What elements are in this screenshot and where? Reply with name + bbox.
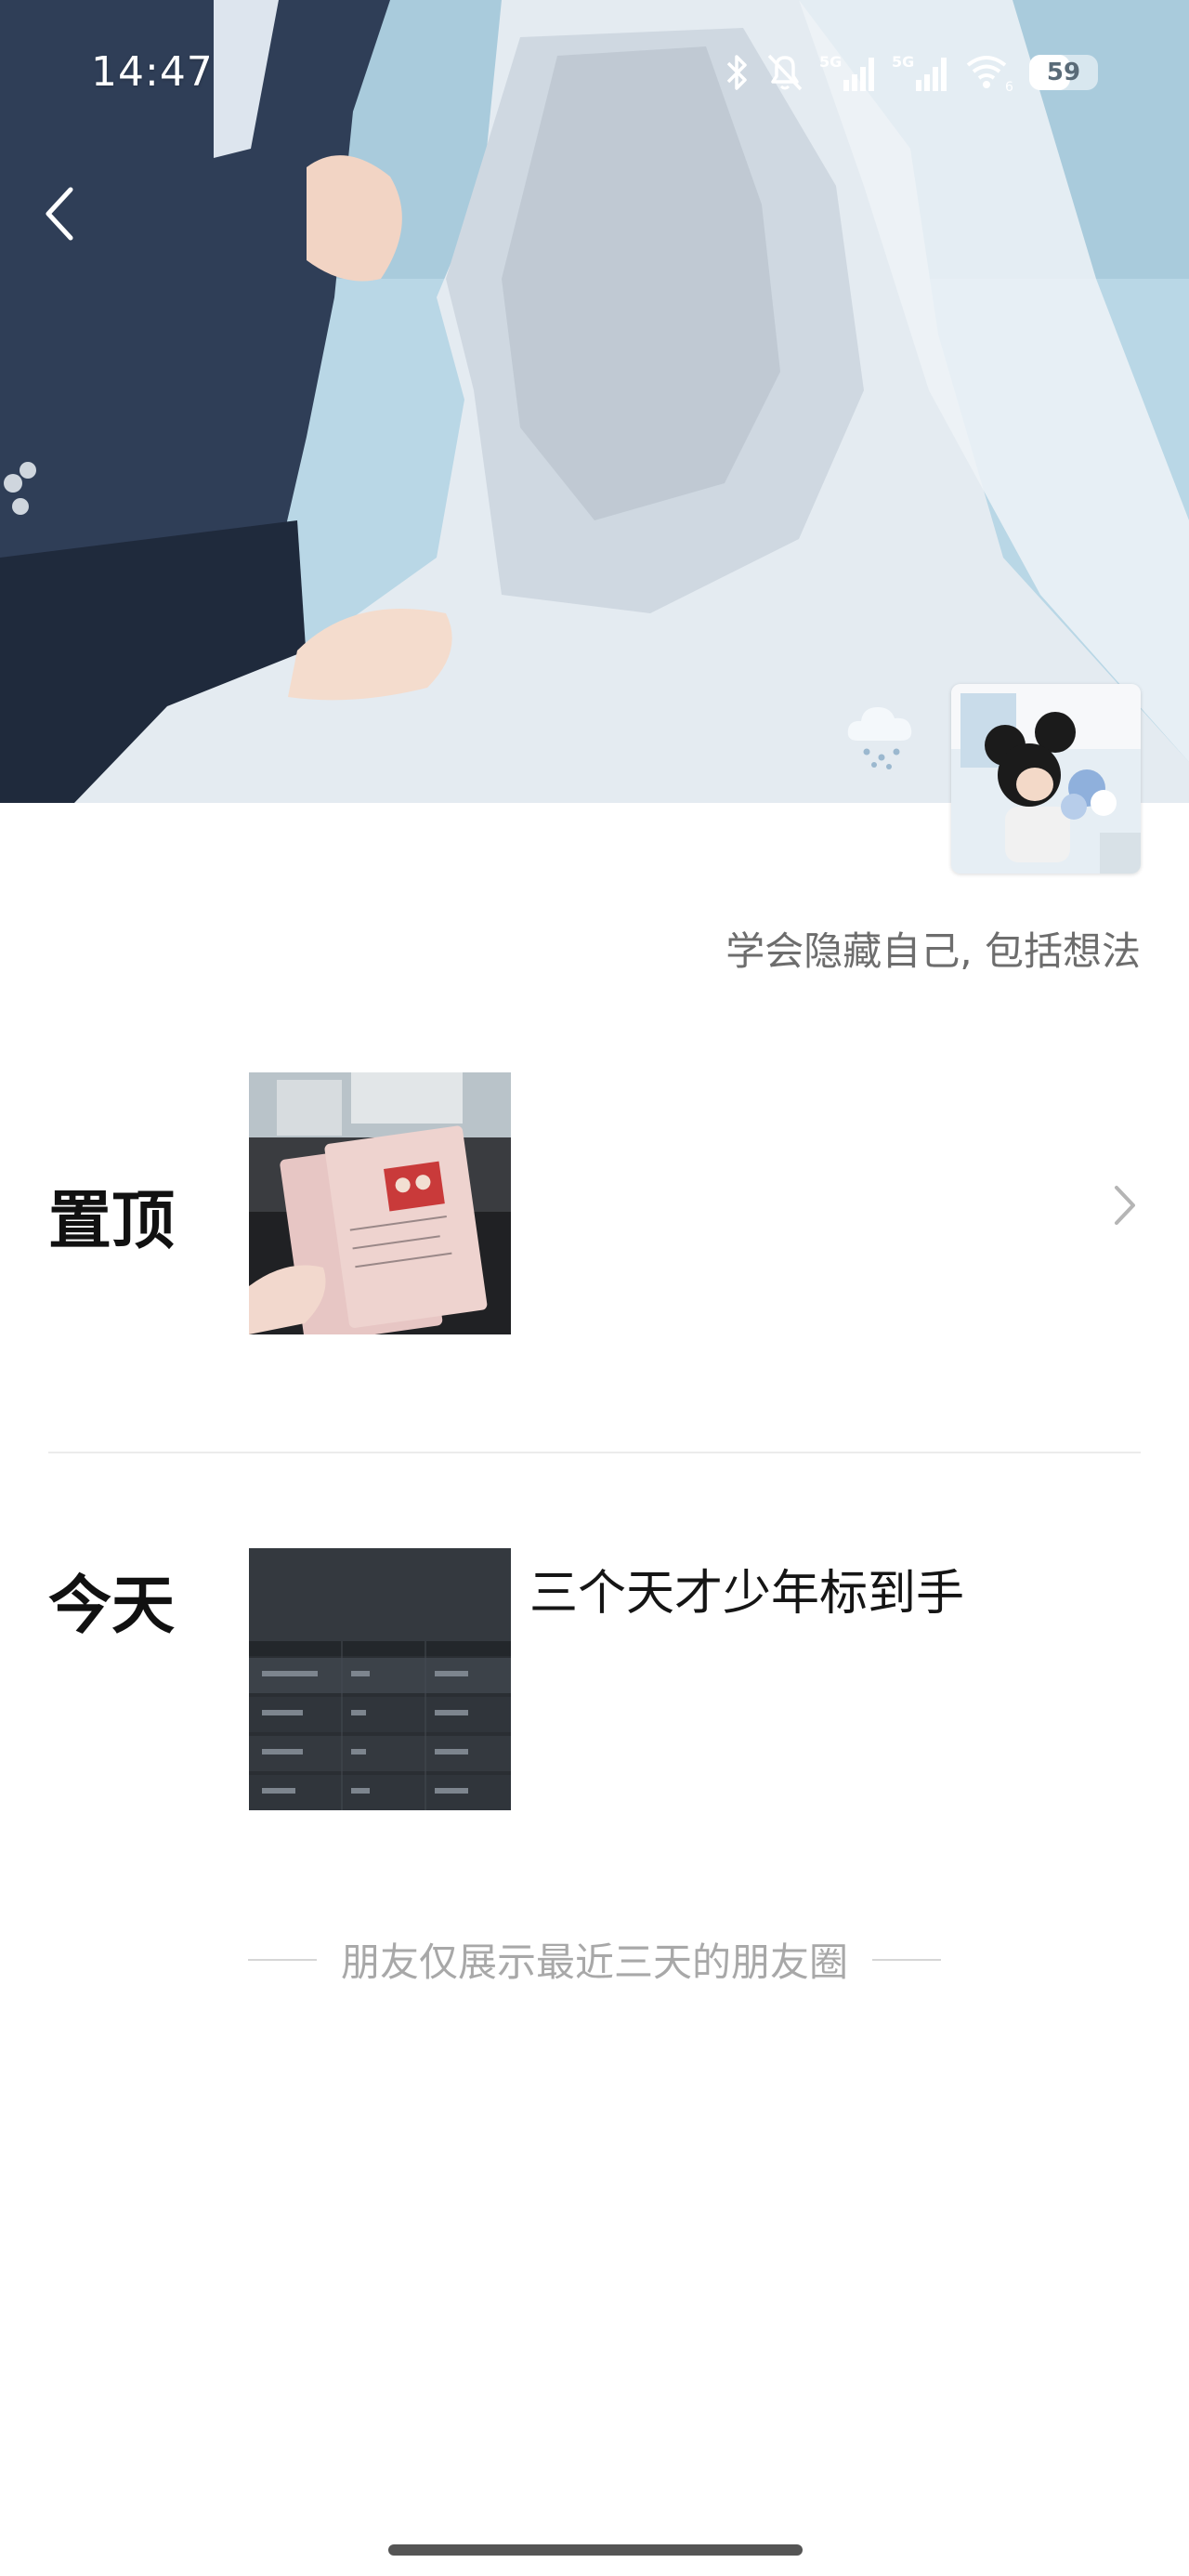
bell-off-icon <box>767 54 803 91</box>
pinned-post-thumbnail[interactable] <box>249 1072 511 1334</box>
signal-5g-icon-1: 5G <box>819 53 874 91</box>
chevron-left-icon <box>46 187 73 241</box>
today-post-text[interactable]: 三个天才少年标到手 <box>529 1554 964 1623</box>
note-line-right <box>872 1958 941 1961</box>
wifi-badge: 6 <box>1005 80 1013 93</box>
home-indicator[interactable] <box>388 2544 803 2556</box>
moments-profile-page: 14:47 5G 5G 6 59 学会隐藏自己, 包括想法 置顶 今天 三个天才… <box>0 0 1189 2576</box>
visibility-note: 朋友仅展示最近三天的朋友圈 <box>0 1931 1189 1988</box>
note-line-left <box>247 1958 317 1961</box>
snow-cloud-icon <box>841 692 924 776</box>
cover-illustration <box>0 0 1189 803</box>
cover-photo[interactable] <box>0 0 1189 803</box>
network-label-2: 5G <box>892 53 914 71</box>
network-label-1: 5G <box>819 53 842 71</box>
pinned-photo <box>249 1072 511 1334</box>
avatar[interactable] <box>951 684 1141 874</box>
today-photo <box>249 1548 511 1810</box>
signal-5g-icon-2: 5G <box>892 53 947 91</box>
bluetooth-icon <box>726 55 747 90</box>
status-time: 14:47 <box>91 48 214 96</box>
today-section-label: 今天 <box>48 1570 176 1643</box>
pinned-section-label: 置顶 <box>48 1185 176 1258</box>
chevron-right-icon <box>1115 1186 1135 1225</box>
back-button[interactable] <box>33 177 89 251</box>
avatar-image <box>951 684 1141 874</box>
section-divider <box>48 1452 1141 1453</box>
status-icons: 5G 5G 6 59 <box>723 52 1098 93</box>
wifi-icon: 6 <box>966 56 1013 93</box>
profile-signature: 学会隐藏自己, 包括想法 <box>725 928 1141 974</box>
today-post-thumbnail[interactable] <box>249 1548 511 1810</box>
battery-indicator: 59 <box>1029 55 1098 90</box>
visibility-note-text: 朋友仅展示最近三天的朋友圈 <box>340 1939 848 1985</box>
battery-text: 59 <box>1046 59 1081 86</box>
pinned-more-button[interactable] <box>1109 1182 1139 1229</box>
